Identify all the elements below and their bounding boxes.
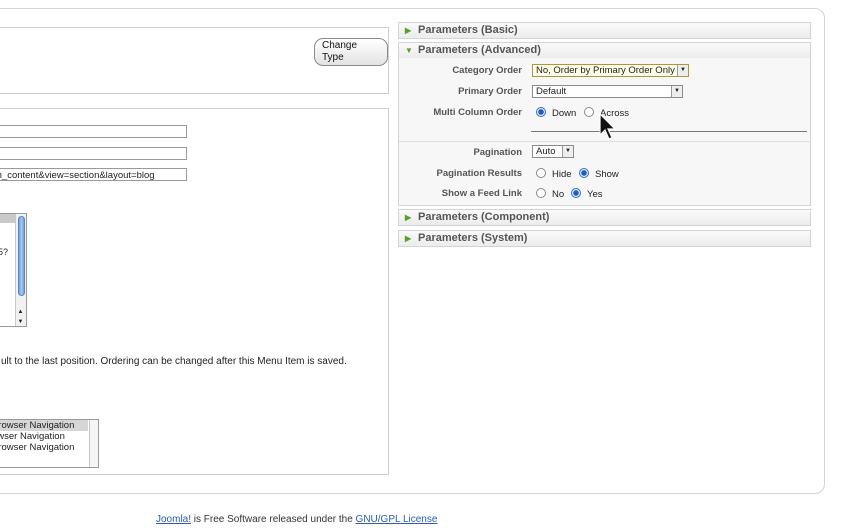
category-order-label: Category Order xyxy=(452,65,522,76)
panel-parameters-advanced[interactable]: ▼ Parameters (Advanced) xyxy=(398,42,811,59)
radio-across[interactable] xyxy=(584,107,594,117)
link-field[interactable]: m_content&view=section&layout=blog xyxy=(0,168,187,181)
alias-field[interactable] xyxy=(0,147,187,160)
pagination-label: Pagination xyxy=(473,147,522,158)
scroll-up-icon[interactable]: ▲ xyxy=(16,309,25,315)
chevron-down-icon: ▼ xyxy=(562,146,573,157)
radio-down[interactable] xyxy=(536,107,546,117)
target-option-selected[interactable]: Browser Navigation xyxy=(0,420,88,431)
radio-yes-label: Yes xyxy=(587,189,603,200)
scroll-thumb[interactable] xyxy=(18,216,25,296)
title-field[interactable] xyxy=(0,125,187,138)
chevron-down-icon: ▼ xyxy=(677,65,688,76)
footer-text: is Free Software released under the xyxy=(191,514,356,525)
radio-hide[interactable] xyxy=(536,168,546,178)
radio-no[interactable] xyxy=(536,188,546,198)
parent-item-listbox[interactable]: 5? t ▲ ▼ xyxy=(0,213,27,327)
radio-hide-label: Hide xyxy=(552,169,572,180)
expand-arrow-icon: ▶ xyxy=(405,26,412,35)
radio-show-label: Show xyxy=(595,169,619,180)
radio-no-label: No xyxy=(552,189,565,200)
target-option[interactable]: Browser Navigation xyxy=(0,442,74,453)
primary-order-label: Primary Order xyxy=(458,86,522,97)
pagination-results-label: Pagination Results xyxy=(436,168,522,179)
expand-arrow-icon: ▶ xyxy=(405,234,412,243)
panel-parameters-component[interactable]: ▶ Parameters (Component) xyxy=(398,209,811,226)
target-listbox-scrollbar[interactable] xyxy=(89,420,98,467)
radio-yes[interactable] xyxy=(571,188,581,198)
scroll-down-icon[interactable]: ▼ xyxy=(16,319,25,325)
pagination-select[interactable]: Auto ▼ xyxy=(532,145,574,158)
list-item[interactable]: 5? xyxy=(0,247,8,257)
show-feed-link-label: Show a Feed Link xyxy=(441,188,522,199)
menu-item-type-fieldset: Change Type xyxy=(0,27,389,94)
mouse-pointer-icon xyxy=(599,113,617,140)
divider xyxy=(531,131,807,132)
license-link[interactable]: GNU/GPL License xyxy=(356,514,438,525)
category-order-select[interactable]: No, Order by Primary Order Only ▼ xyxy=(532,64,689,77)
radio-down-label: Down xyxy=(552,108,577,119)
target-option[interactable]: owser Navigation xyxy=(0,431,65,442)
listbox-scrollbar[interactable]: ▲ ▼ xyxy=(15,214,26,326)
change-type-button[interactable]: Change Type xyxy=(314,38,388,66)
multi-column-order-label: Multi Column Order xyxy=(433,107,522,118)
menu-item-details-fieldset: m_content&view=section&layout=blog 5? t … xyxy=(0,108,389,475)
radio-show[interactable] xyxy=(579,168,589,178)
target-window-listbox[interactable]: Browser Navigation owser Navigation Brow… xyxy=(0,419,99,468)
panel-parameters-basic[interactable]: ▶ Parameters (Basic) xyxy=(398,22,811,39)
joomla-link[interactable]: Joomla! xyxy=(156,514,191,525)
ordering-note: ult to the last position. Ordering can b… xyxy=(1,356,347,367)
expand-arrow-icon: ▶ xyxy=(405,213,412,222)
collapse-arrow-icon: ▼ xyxy=(405,46,413,55)
footer: Joomla! is Free Software released under … xyxy=(156,514,437,525)
panel-parameters-system[interactable]: ▶ Parameters (System) xyxy=(398,230,811,247)
chevron-down-icon: ▼ xyxy=(671,86,682,97)
primary-order-select[interactable]: Default ▼ xyxy=(532,85,683,98)
